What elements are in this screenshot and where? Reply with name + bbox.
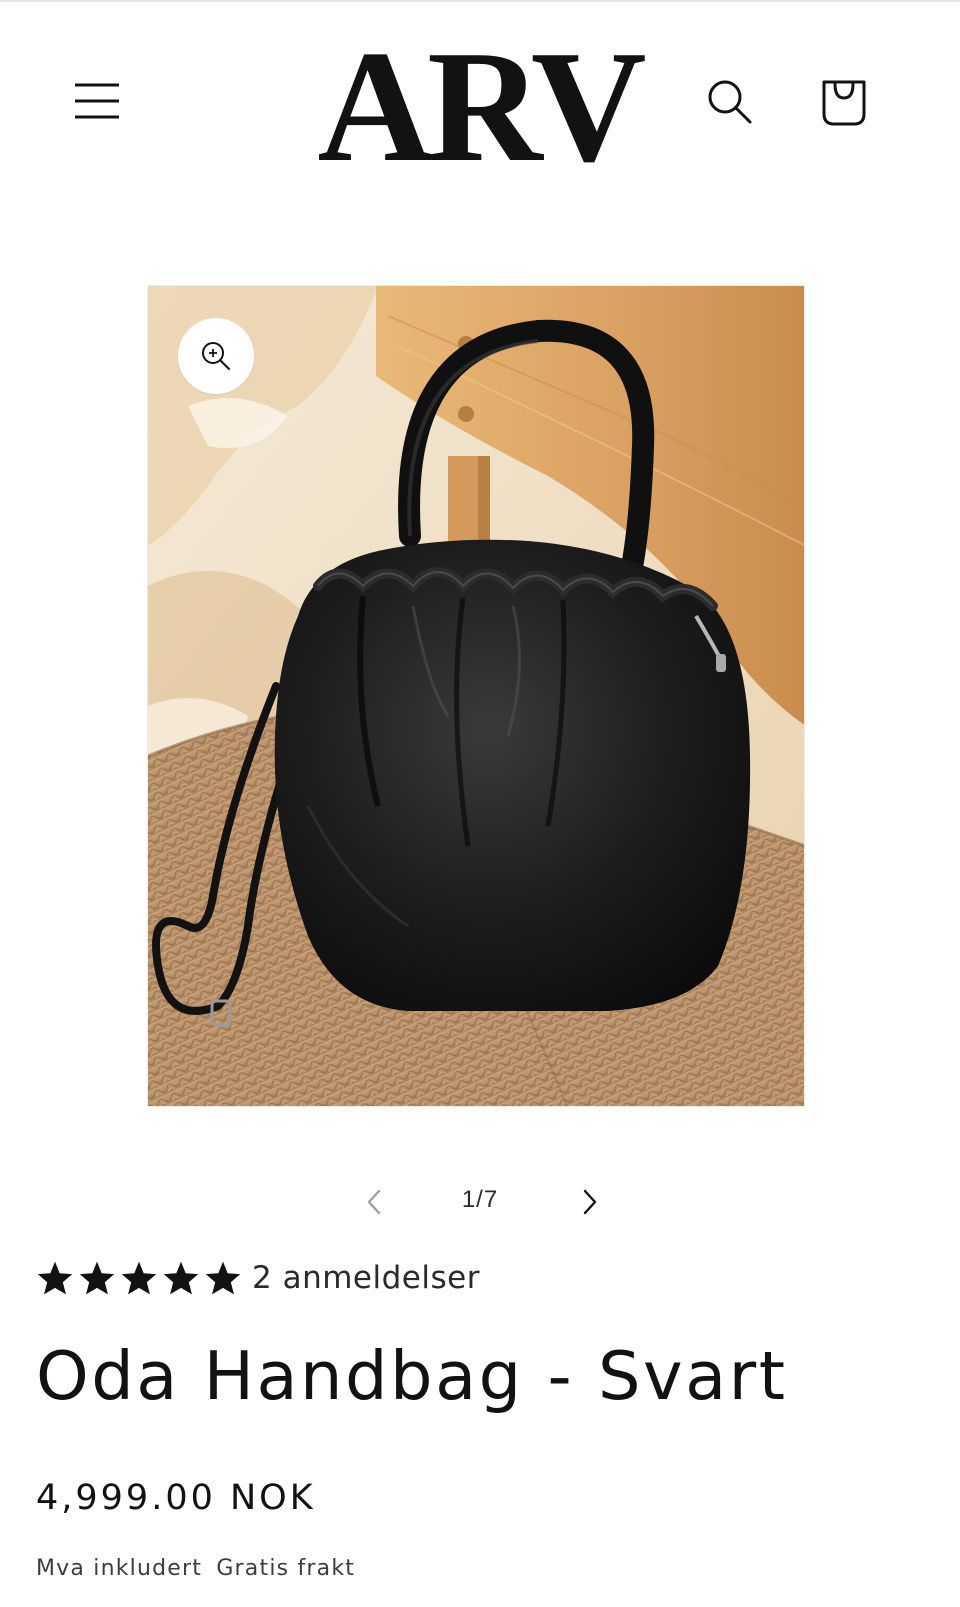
product-title: Oda Handbag - Svart xyxy=(36,1337,788,1415)
slider-prev-button[interactable] xyxy=(352,1180,396,1224)
slider-counter: 1/7 xyxy=(461,1186,499,1213)
logo-wordmark: ARV xyxy=(317,28,650,178)
chevron-right-icon xyxy=(583,1189,597,1215)
star-icon xyxy=(205,1261,241,1295)
star-icon xyxy=(163,1261,199,1295)
zoom-button[interactable] xyxy=(178,318,254,394)
menu-button[interactable] xyxy=(62,70,132,132)
slider-next-button[interactable] xyxy=(568,1180,612,1224)
product-image[interactable] xyxy=(147,285,805,1107)
hamburger-icon xyxy=(75,83,119,119)
search-button[interactable] xyxy=(700,72,760,132)
star-icon xyxy=(37,1261,73,1295)
tax-shipping-note: Mva inkludert Gratis frakt xyxy=(36,1556,355,1581)
review-count[interactable]: 2 anmeldelser xyxy=(252,1260,480,1296)
star-icon xyxy=(79,1261,115,1295)
logo-text: ARV xyxy=(317,28,644,178)
product-photo-handbag xyxy=(148,286,804,1106)
chevron-left-icon xyxy=(367,1189,381,1215)
cart-button[interactable] xyxy=(812,70,876,134)
star-icon xyxy=(121,1261,157,1295)
search-icon xyxy=(708,80,752,124)
tax-included-text: Mva inkludert xyxy=(36,1556,203,1581)
rating-stars xyxy=(36,1260,242,1296)
free-shipping-text: Gratis frakt xyxy=(216,1556,356,1581)
top-divider xyxy=(0,0,960,2)
cart-bag-icon xyxy=(822,80,866,126)
product-price: 4,999.00 NOK xyxy=(36,1478,316,1518)
product-rating[interactable]: 2 anmeldelser xyxy=(36,1256,480,1300)
zoom-in-icon xyxy=(202,342,231,371)
store-logo[interactable]: ARV xyxy=(286,28,672,178)
